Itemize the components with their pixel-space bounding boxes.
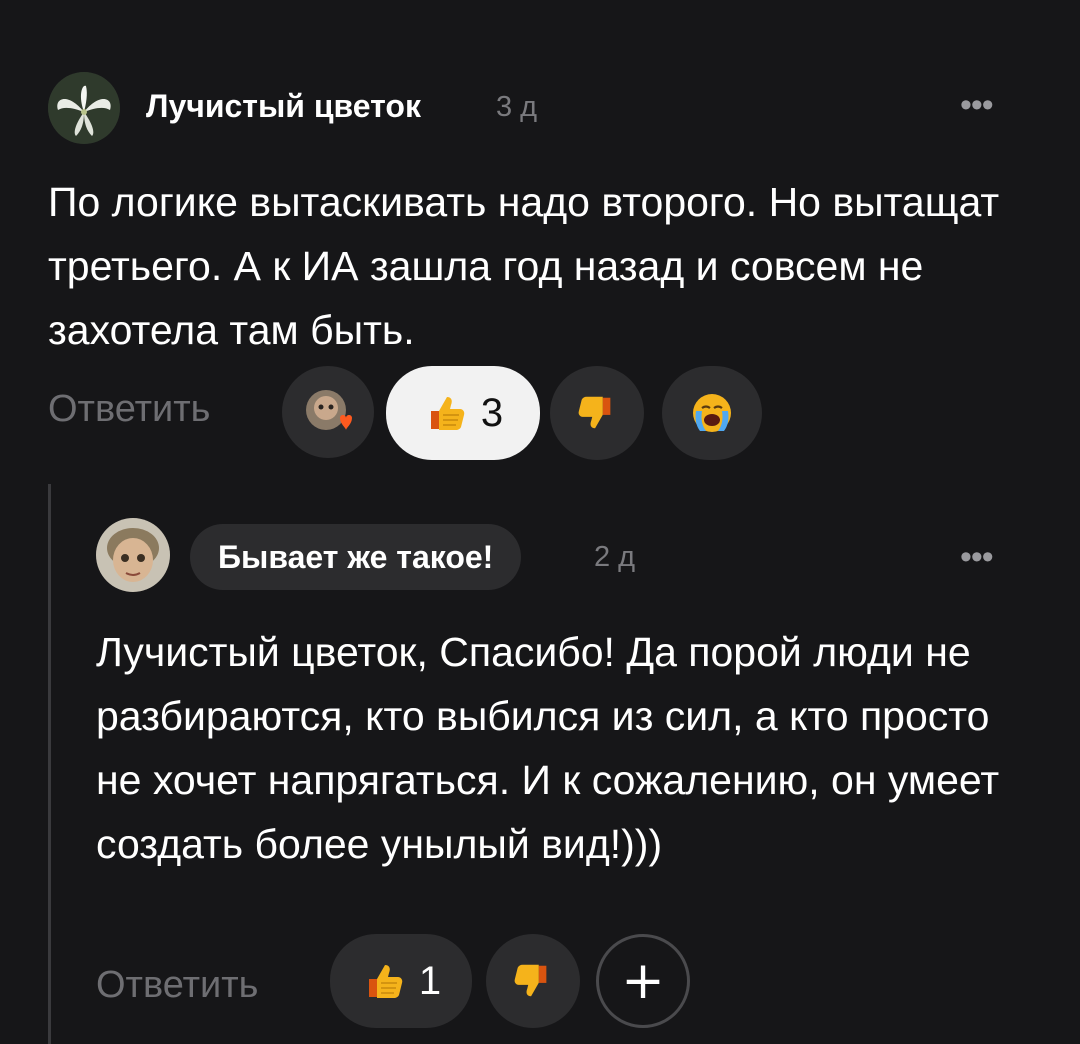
author-name: Бывает же такое! (218, 538, 494, 575)
like-count: 1 (418, 958, 442, 1003)
add-reaction-button[interactable]: + (596, 934, 690, 1028)
dislike-reaction-chip[interactable] (550, 366, 644, 460)
more-dots-icon[interactable]: ••• (960, 540, 994, 574)
thread-line (48, 484, 51, 1044)
author-avatar[interactable] (48, 72, 120, 144)
like-count: 3 (480, 390, 504, 435)
reply-button[interactable]: Ответить (96, 964, 258, 1007)
crying-face-icon (693, 394, 731, 432)
flower-avatar-icon (48, 72, 120, 144)
reactor-avatar-chip[interactable] (282, 366, 374, 458)
author-avatar[interactable] (96, 518, 170, 592)
thumbs-up-icon (368, 965, 403, 998)
thumbs-up-icon (430, 397, 465, 430)
reply-button[interactable]: Ответить (48, 388, 210, 431)
dislike-reaction-chip[interactable] (486, 934, 580, 1028)
comment-text: По логике вытаскивать надо второго. Но в… (48, 179, 1000, 353)
author-name-pill[interactable]: Бывает же такое! (190, 524, 522, 590)
reactor-avatar-heart-icon (306, 390, 352, 430)
like-reaction-pill[interactable]: 3 (386, 366, 540, 460)
comment-time: 3 д (496, 91, 538, 123)
doll-avatar-icon (96, 518, 170, 592)
thumbs-down-icon (578, 396, 611, 429)
thumbs-down-icon (514, 964, 547, 997)
comment-time: 2 д (594, 541, 636, 573)
like-reaction-pill[interactable]: 1 (330, 934, 472, 1028)
comment-text: Лучистый цветок, Спасибо! Да порой люди … (96, 629, 1000, 867)
author-name[interactable]: Лучистый цветок (146, 88, 421, 125)
crying-reaction-chip[interactable] (662, 366, 762, 460)
plus-icon: + (621, 951, 665, 1011)
more-dots-icon[interactable]: ••• (960, 88, 994, 122)
